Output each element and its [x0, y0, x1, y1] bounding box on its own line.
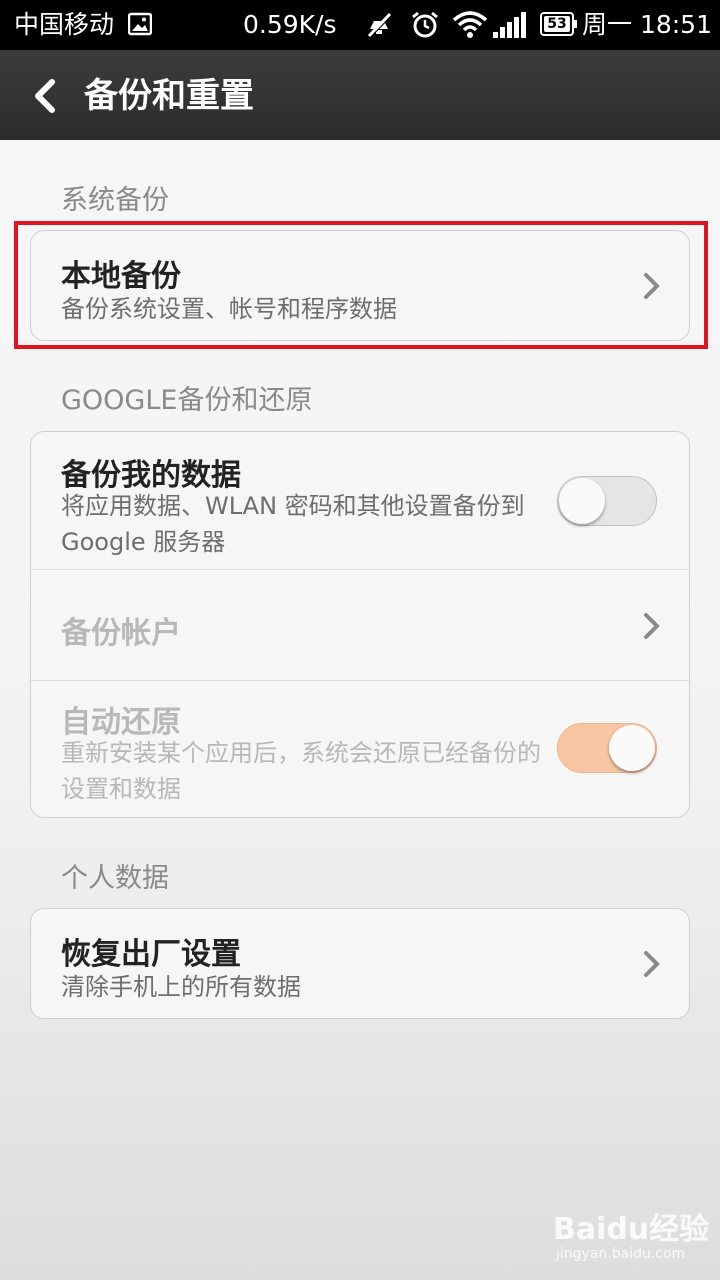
clock: 周一 18:51 [582, 10, 712, 39]
toggle-knob [609, 725, 655, 771]
chevron-right-icon [644, 613, 660, 639]
backup-my-data-item[interactable]: 备份我的数据 将应用数据、WLAN 密码和其他设置备份到 Google 服务器 [31, 432, 689, 569]
signal-icon [493, 12, 526, 38]
battery-level: 53 [544, 16, 570, 32]
factory-reset-item[interactable]: 恢复出厂设置 清除手机上的所有数据 [31, 909, 689, 1020]
chevron-right-icon [644, 951, 660, 977]
section-header-system-backup: 系统备份 [61, 185, 169, 216]
carrier-label: 中国移动 [14, 10, 115, 39]
baidu-watermark-logo: Baidu经验 [553, 1212, 710, 1247]
silent-icon [367, 12, 393, 38]
auto-restore-subtitle: 重新安装某个应用后，系统会还原已经备份的设置和数据 [61, 739, 541, 803]
factory-reset-title: 恢复出厂设置 [61, 937, 241, 972]
wifi-icon [452, 11, 488, 38]
highlight-box [14, 221, 708, 349]
status-bar: 中国移动 0.59K/s 53 周一 18:51 [0, 0, 720, 50]
back-arrow-icon[interactable] [28, 76, 62, 116]
section-header-google: GOOGLE备份和还原 [61, 385, 313, 416]
alarm-icon [412, 11, 438, 38]
card-personal: 恢复出厂设置 清除手机上的所有数据 [30, 908, 690, 1019]
auto-restore-toggle[interactable] [557, 723, 657, 773]
factory-reset-subtitle: 清除手机上的所有数据 [61, 973, 301, 1001]
backup-my-data-subtitle: 将应用数据、WLAN 密码和其他设置备份到 Google 服务器 [61, 492, 525, 556]
auto-restore-item[interactable]: 自动还原 重新安装某个应用后，系统会还原已经备份的设置和数据 [31, 681, 689, 818]
battery-icon: 53 [540, 12, 577, 36]
network-speed: 0.59K/s [243, 10, 337, 39]
toggle-knob [559, 478, 605, 524]
title-bar: 备份和重置 [0, 50, 720, 140]
image-icon [128, 12, 152, 36]
baidu-watermark-url: jingyan.baidu.com [556, 1246, 686, 1262]
section-header-personal: 个人数据 [61, 863, 169, 894]
backup-account-item[interactable]: 备份帐户 [31, 570, 689, 680]
page-title: 备份和重置 [84, 76, 254, 116]
backup-account-title: 备份帐户 [61, 616, 181, 651]
backup-my-data-toggle[interactable] [557, 476, 657, 526]
card-google: 备份我的数据 将应用数据、WLAN 密码和其他设置备份到 Google 服务器 … [30, 431, 690, 818]
